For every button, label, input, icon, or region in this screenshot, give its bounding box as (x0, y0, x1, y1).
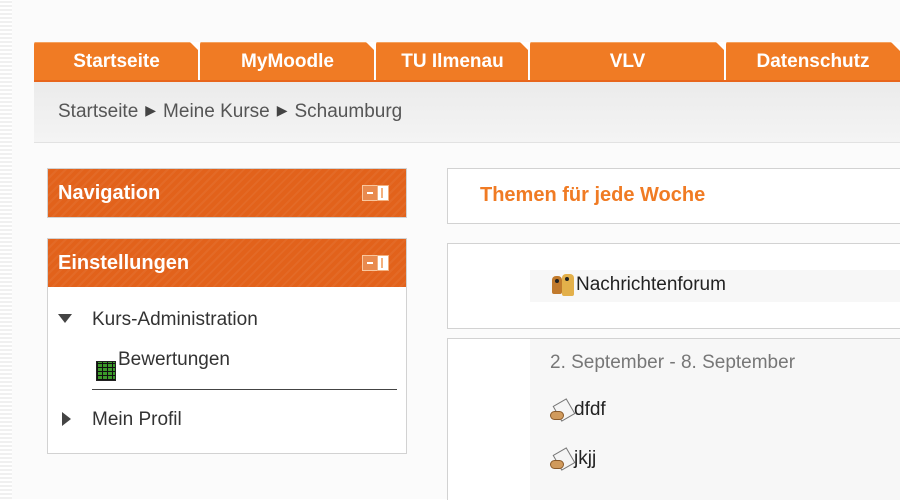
tab-tu-ilmenau[interactable]: TU Ilmenau (376, 42, 530, 80)
navigation-block: Navigation (47, 168, 407, 218)
activity-jkjj[interactable]: jkjj (574, 448, 596, 470)
tab-label: MyMoodle (241, 51, 334, 72)
navigation-block-header[interactable]: Navigation (48, 169, 406, 217)
tree-divider (92, 389, 397, 390)
tree-item-bewertungen[interactable]: Bewertungen (118, 349, 230, 371)
navigation-block-title: Navigation (58, 182, 161, 204)
breadcrumb-link-meine-kurse[interactable]: Meine Kurse (163, 101, 270, 122)
course-section-general: Nachrichtenforum (447, 243, 900, 329)
breadcrumb-separator-icon: ▶ (145, 102, 157, 118)
forum-icon (552, 274, 574, 296)
breadcrumb-link-startseite[interactable]: Startseite (58, 101, 138, 122)
breadcrumb-link-schaumburg[interactable]: Schaumburg (295, 101, 403, 122)
grades-icon (96, 361, 116, 381)
tab-label: Startseite (73, 51, 160, 72)
breadcrumb-separator-icon: ▶ (276, 102, 288, 118)
dock-to-sidebar-icon[interactable] (362, 185, 390, 201)
main-tab-bar: Startseite MyMoodle TU Ilmenau VLV Daten… (34, 42, 900, 83)
tab-label: TU Ilmenau (401, 51, 504, 72)
dock-to-sidebar-icon[interactable] (362, 255, 390, 271)
assignment-icon (550, 447, 576, 472)
tab-datenschutz[interactable]: Datenschutz (726, 42, 900, 80)
section-title: 2. September - 8. September (550, 352, 796, 373)
tree-item-mein-profil[interactable]: Mein Profil (92, 409, 182, 431)
course-format-title: Themen für jede Woche (480, 184, 706, 206)
course-format-heading-box: Themen für jede Woche (447, 168, 900, 224)
breadcrumb: Startseite ▶ Meine Kurse ▶ Schaumburg (34, 82, 900, 143)
activity-dfdf[interactable]: dfdf (574, 399, 606, 421)
settings-block-title: Einstellungen (58, 252, 190, 274)
tab-startseite[interactable]: Startseite (34, 42, 200, 80)
tree-item-kurs-administration[interactable]: Kurs-Administration (92, 309, 258, 331)
settings-block: Einstellungen Kurs-Administration Bewert… (47, 238, 407, 454)
tab-label: VLV (609, 51, 646, 72)
course-section-week: 2. September - 8. September dfdf jkjj (447, 338, 900, 500)
tab-mymoodle[interactable]: MyMoodle (200, 42, 376, 80)
settings-block-header[interactable]: Einstellungen (48, 239, 406, 287)
activity-nachrichtenforum[interactable]: Nachrichtenforum (576, 274, 726, 296)
tab-vlv[interactable]: VLV (530, 42, 726, 80)
assignment-icon (550, 398, 576, 423)
tab-label: Datenschutz (756, 51, 870, 72)
triangle-down-icon[interactable] (58, 314, 72, 323)
triangle-right-icon[interactable] (62, 412, 71, 426)
